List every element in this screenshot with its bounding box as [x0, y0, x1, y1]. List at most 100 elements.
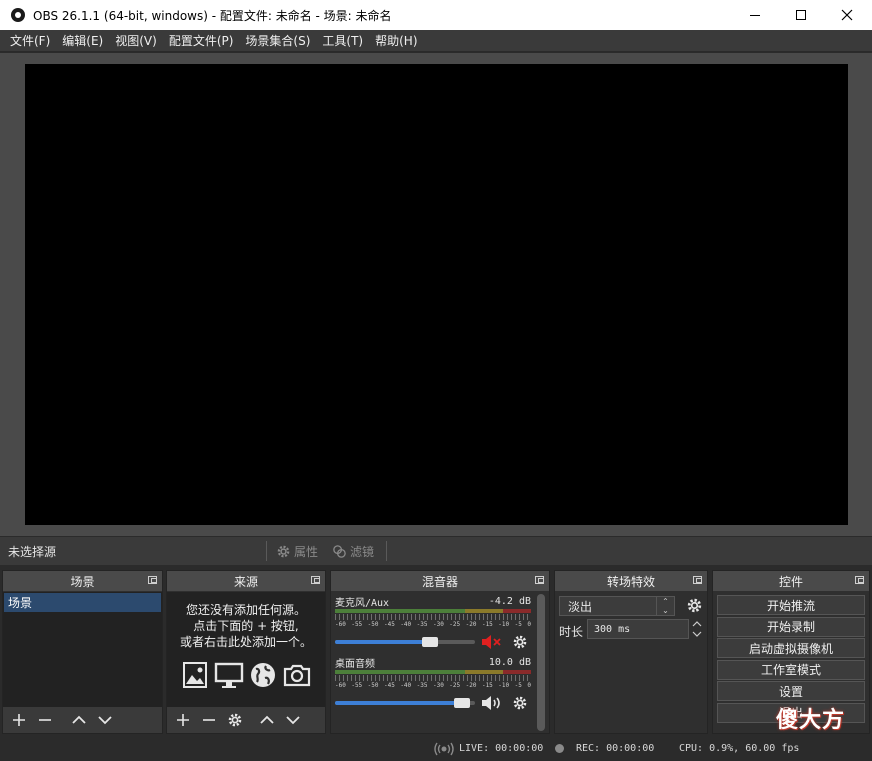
- scale-label: -25: [449, 682, 461, 689]
- float-dock-icon[interactable]: [693, 576, 702, 584]
- speaker-muted-icon: [482, 635, 501, 649]
- scenes-list[interactable]: 场景: [3, 592, 162, 707]
- sources-toolbar: [167, 707, 325, 733]
- move-scene-down-button[interactable]: [93, 709, 117, 731]
- float-dock-icon[interactable]: [148, 576, 157, 584]
- add-scene-button[interactable]: [7, 709, 31, 731]
- float-dock-icon[interactable]: [311, 576, 320, 584]
- mixer-body: 麦克风/Aux -4.2 dB -60 -55 -50 -45 -40 -35 -30 -25…: [331, 592, 549, 733]
- toolbar-divider: [386, 541, 387, 561]
- scale-label: -40: [400, 682, 412, 689]
- empty-sources-message: 您还没有添加任何源。 点击下面的 + 按钮, 或者右击此处添加一个。: [167, 602, 325, 650]
- minimize-icon: [750, 14, 760, 16]
- transitions-dock-header: 转场特效: [555, 571, 707, 591]
- camera-icon: [283, 664, 311, 687]
- scale-label: -20: [465, 621, 477, 628]
- menu-tools[interactable]: 工具(T): [316, 32, 369, 49]
- maximize-icon: [796, 10, 806, 20]
- scenes-dock: 场景 场景: [2, 570, 163, 734]
- volume-slider-fill: [335, 640, 430, 644]
- move-source-down-button[interactable]: [281, 709, 305, 731]
- sources-list[interactable]: 您还没有添加任何源。 点击下面的 + 按钮, 或者右击此处添加一个。: [167, 592, 325, 707]
- channel-level: -4.2 dB: [488, 595, 531, 607]
- start-recording-button[interactable]: 开始录制: [717, 616, 865, 637]
- monitor-icon: [214, 662, 244, 688]
- empty-sources-line: 点击下面的 + 按钮,: [193, 619, 299, 633]
- chevron-down-icon: [286, 716, 300, 725]
- mute-toggle-button[interactable]: [481, 633, 503, 651]
- start-streaming-button[interactable]: 开始推流: [717, 595, 865, 615]
- channel-settings-button[interactable]: [509, 694, 531, 712]
- gear-icon: [687, 598, 701, 612]
- no-source-selected-label: 未选择源: [8, 544, 57, 559]
- menu-edit[interactable]: 编辑(E): [56, 32, 109, 49]
- close-icon: [841, 9, 853, 21]
- duration-input[interactable]: 300 ms: [587, 619, 689, 639]
- title-bar: OBS 26.1.1 (64-bit, windows) - 配置文件: 未命名…: [0, 0, 872, 30]
- gear-icon: [513, 696, 527, 710]
- gear-icon: [228, 713, 242, 727]
- volume-meter: [335, 609, 531, 613]
- filters-label: 滤镜: [350, 544, 375, 559]
- close-button[interactable]: [824, 0, 870, 30]
- scale-label: -55: [351, 621, 363, 628]
- menu-scene-collection[interactable]: 场景集合(S): [239, 32, 316, 49]
- start-virtual-camera-button[interactable]: 启动虚拟摄像机: [717, 638, 865, 658]
- remove-scene-button[interactable]: [33, 709, 57, 731]
- chevron-updown-icon: ⌃ ⌄: [656, 597, 674, 615]
- chevron-up-icon: [72, 715, 86, 724]
- filters-button[interactable]: 滤镜: [332, 541, 374, 561]
- scale-label: -60: [335, 621, 346, 628]
- mixer-scrollbar[interactable]: [537, 594, 545, 731]
- studio-mode-button[interactable]: 工作室模式: [717, 659, 865, 680]
- volume-slider-handle[interactable]: [421, 637, 438, 647]
- mixer-dock-title: 混音器: [421, 574, 458, 589]
- volume-slider-fill: [335, 701, 463, 705]
- scale-label: -20: [465, 682, 477, 689]
- controls-dock-header: 控件: [713, 571, 869, 591]
- remove-source-button[interactable]: [197, 709, 221, 731]
- transition-select[interactable]: 淡出 ⌃ ⌄: [559, 596, 675, 616]
- scale-label: -15: [481, 621, 493, 628]
- properties-button[interactable]: 属性: [276, 541, 318, 561]
- menu-profile[interactable]: 配置文件(P): [163, 32, 240, 49]
- scene-list-item[interactable]: 场景: [4, 593, 161, 612]
- chevron-up-icon: [692, 621, 702, 627]
- menu-view[interactable]: 视图(V): [109, 32, 163, 49]
- empty-sources-line: 或者右击此处添加一个。: [179, 635, 312, 649]
- scale-label: -5: [514, 621, 522, 628]
- mute-toggle-button[interactable]: [481, 694, 503, 712]
- transition-settings-button[interactable]: [683, 596, 705, 614]
- transitions-dock-title: 转场特效: [606, 574, 655, 589]
- minimize-button[interactable]: [732, 0, 778, 30]
- live-timer: LIVE: 00:00:00: [459, 743, 544, 754]
- source-properties-button[interactable]: [223, 709, 247, 731]
- menu-file[interactable]: 文件(F): [4, 32, 56, 49]
- gear-icon: [277, 545, 290, 557]
- float-dock-icon[interactable]: [855, 576, 864, 584]
- duration-stepper[interactable]: [689, 619, 705, 639]
- settings-button[interactable]: 设置: [717, 681, 865, 701]
- move-source-up-button[interactable]: [255, 709, 279, 731]
- channel-settings-button[interactable]: [509, 633, 531, 651]
- scale-label: 0: [527, 682, 531, 689]
- volume-meter: [335, 670, 531, 674]
- volume-slider[interactable]: [335, 698, 475, 708]
- channel-name: 桌面音频: [335, 658, 375, 670]
- minus-icon: [39, 719, 51, 721]
- meter-ticks: [335, 675, 531, 681]
- mixer-dock: 混音器 麦克风/Aux -4.2 dB -60 -55 -50 -45 -40 -35 -3…: [330, 570, 550, 734]
- float-dock-icon[interactable]: [535, 576, 544, 584]
- add-source-button[interactable]: [171, 709, 195, 731]
- volume-slider[interactable]: [335, 637, 475, 647]
- rec-timer: REC: 00:00:00: [576, 743, 655, 754]
- move-scene-up-button[interactable]: [67, 709, 91, 731]
- watermark-logo: 傻大方: [776, 708, 846, 733]
- scene-item-label: 场景: [8, 596, 33, 610]
- maximize-button[interactable]: [778, 0, 824, 30]
- preview-canvas[interactable]: [25, 64, 848, 525]
- duration-label: 时长: [559, 625, 584, 639]
- volume-slider-handle[interactable]: [454, 698, 471, 708]
- menu-help[interactable]: 帮助(H): [369, 32, 423, 49]
- transition-selected-value: 淡出: [568, 599, 593, 614]
